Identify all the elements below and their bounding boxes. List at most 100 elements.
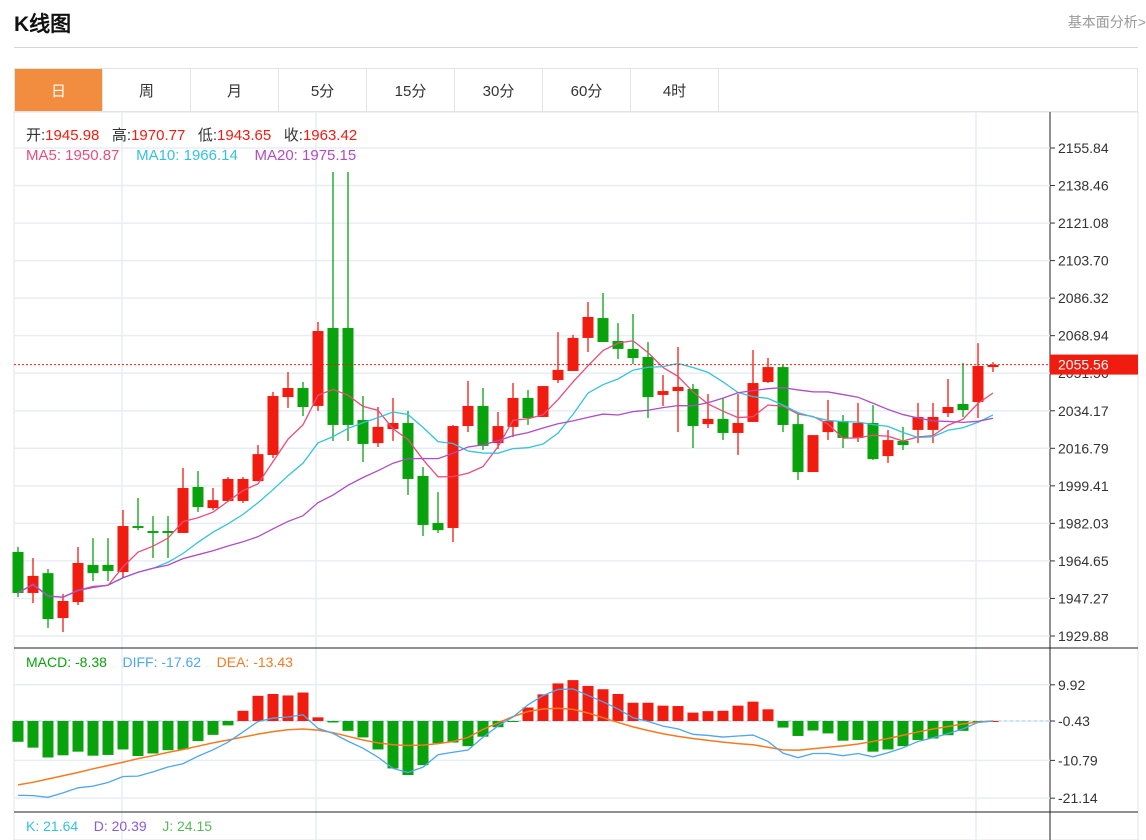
macd-bar-negative [897,721,909,747]
y-tick-label: 2034.17 [1058,403,1109,419]
macd-bar-negative [447,721,459,743]
diff-legend: DIFF: -17.62 [122,654,202,670]
candle-up [882,440,894,457]
candle-down [777,367,789,425]
candle-down [87,564,99,574]
open-value: 1945.98 [45,127,100,144]
macd-bar-positive [567,680,579,721]
macd-bar-negative [147,721,159,754]
ma5-legend: MA5: 1950.87 [26,147,120,164]
ma10-legend: MA10: 1966.14 [136,147,238,164]
macd-bar-positive [297,692,309,721]
candle-down [192,486,204,508]
macd-bar-negative [117,721,129,750]
macd-bar-negative [42,721,54,758]
macd-bar-positive [312,717,324,721]
macd-bar-negative [72,721,84,752]
macd-bar-positive [687,712,699,721]
macd-bar-positive [672,706,684,721]
macd-bar-positive [252,695,264,721]
macd-bar-positive [642,702,654,721]
candle-down [147,530,159,533]
macd-bar-positive [582,685,594,721]
candle-up [57,600,69,619]
candle-down [717,418,729,433]
candle-down [162,530,174,533]
macd-bar-negative [402,721,414,776]
candle-up [117,526,129,573]
y-tick-label: 1982.03 [1058,515,1109,531]
macd-bar-negative [432,721,444,744]
candle-down [432,523,444,531]
macd-y-tick-label: -0.43 [1058,713,1090,729]
macd-bar-positive [747,701,759,721]
macd-bar-negative [342,721,354,731]
y-tick-label: 2103.70 [1058,253,1109,269]
y-tick-label: 2068.94 [1058,328,1109,344]
macd-bar-negative [222,721,234,726]
macd-bar-negative [207,721,219,735]
macd-bar-negative [327,721,339,723]
macd-bar-negative [852,721,864,740]
y-tick-label: 2121.08 [1058,215,1109,231]
candle-down [12,551,24,593]
macd-bar-negative [12,721,24,742]
close-label: 收: [283,127,303,144]
y-tick-label: 1947.27 [1058,590,1109,606]
macd-bar-positive [717,710,729,721]
open-label: 开: [26,127,46,144]
candle-up [582,316,594,338]
macd-bar-negative [177,721,189,750]
candle-up [567,337,579,371]
candle-down [627,348,639,359]
macd-bar-positive [732,705,744,721]
candle-down [402,423,414,479]
candle-down [417,475,429,525]
y-tick-label: 1964.65 [1058,553,1109,569]
y-tick-label: 2138.46 [1058,178,1109,194]
candle-up [207,500,219,509]
candle-down [327,327,339,425]
candle-up [702,418,714,425]
candle-up [222,478,234,501]
macd-bar-positive [522,707,534,721]
candle-up [657,391,669,395]
candle-up [372,426,384,444]
macd-bar-negative [27,721,39,748]
candle-down [597,318,609,343]
candle-up [672,386,684,392]
high-value: 1970.77 [131,127,186,144]
candle-up [732,423,744,433]
candle-up [762,367,774,382]
macd-bar-negative [462,721,474,747]
candle-up [282,388,294,398]
macd-bar-negative [102,721,114,755]
candle-up [852,423,864,438]
macd-bar-positive [702,711,714,721]
macd-info: MACD: -8.38 DIFF: -17.62 DEA: -13.43 [26,654,293,670]
candle-down [297,388,309,408]
j-legend: J: 24.15 [162,818,213,834]
low-label: 低: [197,127,218,144]
macd-y-tick-label: 9.92 [1058,677,1085,693]
y-tick-label: 2155.84 [1058,140,1109,156]
macd-bar-negative [867,721,879,752]
macd-bar-negative [372,721,384,750]
candle-up [552,369,564,381]
kdj-info: K: 21.64 D: 20.39 J: 24.15 [26,818,212,834]
candle-down [867,423,879,460]
candle-up [987,364,999,368]
macd-bar-negative [417,721,429,766]
macd-bar-negative [822,721,834,734]
macd-bar-negative [837,721,849,741]
dea-legend: DEA: -13.43 [216,654,293,670]
macd-legend: MACD: -8.38 [26,654,107,670]
y-tick-label: 1929.88 [1058,628,1109,644]
candle-up [972,365,984,403]
high-label: 高: [111,127,132,144]
macd-y-tick-label: -10.79 [1058,752,1098,768]
close-value: 1963.42 [302,127,358,144]
current-price-label: 2055.56 [1058,357,1109,373]
candle-down [477,405,489,446]
ma20-legend: MA20: 1975.15 [254,147,357,164]
